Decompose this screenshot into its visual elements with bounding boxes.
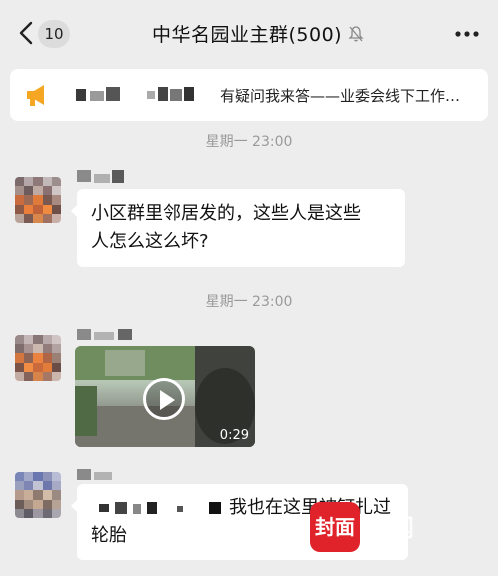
watermark-brand: 新闻 — [366, 514, 414, 542]
timestamp: 星期一 23:00 — [205, 294, 293, 310]
bell-off-icon — [348, 26, 364, 42]
avatar[interactable] — [15, 335, 61, 381]
redacted-sender-name — [112, 170, 124, 183]
redacted-sender-name — [118, 329, 132, 340]
avatar[interactable] — [15, 472, 61, 518]
message-text-line: 人怎么这么坏? — [91, 231, 209, 252]
redacted-sender-name — [94, 174, 110, 183]
watermark-logo: 封面 — [310, 502, 360, 552]
megaphone-icon — [27, 85, 44, 106]
play-icon[interactable] — [143, 378, 185, 420]
avatar[interactable] — [15, 177, 61, 223]
redacted-name-block — [106, 87, 120, 101]
timestamp: 星期一 23:00 — [205, 134, 293, 150]
redacted-text-block — [209, 502, 221, 514]
redacted-text-block — [147, 502, 157, 514]
chat-header: 10 中华名园业主群(500) — [0, 0, 498, 64]
video-message[interactable]: 0:29 — [75, 346, 255, 447]
redacted-sender-name — [77, 329, 91, 340]
redacted-sender-name — [77, 170, 91, 182]
notice-text: 有疑问我来答——业委会线下工作… — [220, 87, 461, 105]
redacted-name-block — [90, 91, 104, 101]
redacted-text-block — [115, 502, 127, 514]
redacted-name-block — [170, 89, 182, 101]
pinned-notice[interactable]: 有疑问我来答——业委会线下工作… — [10, 69, 488, 121]
redacted-name-block — [158, 87, 168, 101]
redacted-text-block — [99, 504, 109, 512]
redacted-name-block — [76, 89, 86, 101]
redacted-text-block — [177, 506, 183, 512]
redacted-sender-name — [77, 469, 91, 480]
video-duration: 0:29 — [219, 428, 249, 443]
redacted-sender-name — [94, 332, 114, 340]
more-dots-icon[interactable] — [454, 30, 480, 38]
message-text-line: 小区群里邻居发的，这些人是这些 — [91, 203, 361, 224]
redacted-sender-name — [94, 472, 112, 480]
message-bubble[interactable]: 小区群里邻居发的，这些人是这些 人怎么这么坏? — [71, 189, 405, 267]
chevron-left-icon[interactable] — [14, 18, 40, 48]
redacted-name-block — [184, 87, 194, 101]
unread-count-badge[interactable]: 10 — [38, 20, 70, 48]
redacted-name-block — [147, 91, 155, 99]
redacted-text-block — [133, 504, 141, 514]
chat-title: 中华名园业主群(500) — [152, 24, 343, 46]
